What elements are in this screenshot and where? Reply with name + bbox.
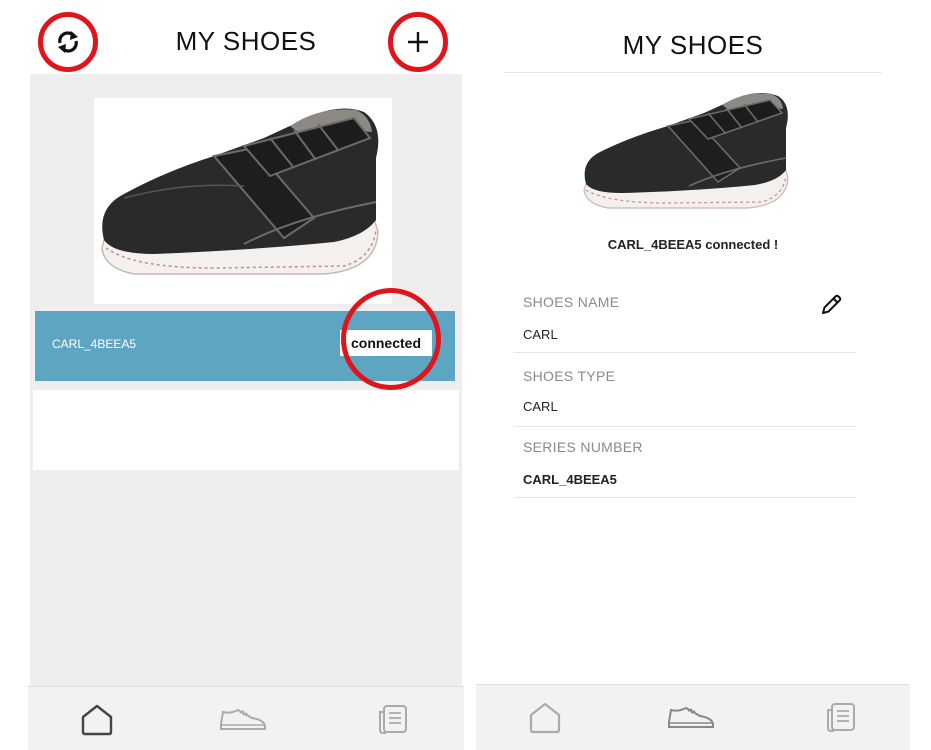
field-label: SHOES TYPE: [523, 368, 616, 384]
device-row[interactable]: CARL_4BEEA5 connected: [35, 288, 455, 390]
shoe-image[interactable]: [94, 98, 392, 304]
sneaker-image: [101, 108, 379, 275]
sneaker-image: [583, 93, 789, 209]
title-divider: [504, 72, 882, 73]
field-label: SHOES NAME: [523, 294, 620, 310]
document-icon: [827, 703, 855, 732]
tab-home[interactable]: [72, 697, 122, 741]
edit-button[interactable]: [818, 292, 844, 318]
tab-home[interactable]: [520, 695, 570, 739]
shoes-type-field[interactable]: SHOES TYPE CARL: [514, 368, 856, 427]
tab-shoes[interactable]: [666, 695, 716, 739]
shoe-icon: [668, 706, 714, 728]
field-value: CARL: [523, 327, 558, 342]
tab-reports[interactable]: [816, 695, 866, 739]
tab-shoes[interactable]: [218, 697, 268, 741]
home-icon: [81, 704, 113, 736]
shoe-list: CARL_4BEEA5 connected: [30, 74, 462, 686]
page-title: MY SHOES: [622, 30, 764, 60]
shoe-detail-screen: MY SHOES CARL_4BEEA5 connected ! SHOES N…: [476, 0, 910, 750]
add-shoe-button[interactable]: [388, 12, 448, 72]
plus-icon: [408, 32, 428, 52]
field-value: CARL: [523, 399, 558, 414]
field-label: SERIES NUMBER: [523, 439, 643, 455]
top-bar: MY SHOES: [28, 0, 464, 74]
shoe-image: [578, 86, 798, 226]
my-shoes-list-screen: MY SHOES CARL_4BEEA5 connected: [28, 0, 464, 750]
field-value: CARL_4BEEA5: [523, 472, 617, 487]
tab-reports[interactable]: [368, 697, 418, 741]
bottom-tab-bar: [28, 686, 464, 750]
shoes-name-field[interactable]: SHOES NAME CARL: [514, 294, 856, 353]
pencil-icon: [822, 294, 842, 314]
device-name: CARL_4BEEA5: [52, 337, 137, 351]
series-number-field[interactable]: SERIES NUMBER CARL_4BEEA5: [514, 439, 856, 498]
connection-status-badge[interactable]: connected: [340, 330, 432, 356]
document-icon: [379, 705, 407, 734]
shoe-icon: [220, 708, 266, 730]
home-icon: [529, 702, 561, 734]
connection-message: CARL_4BEEA5 connected !: [607, 237, 779, 252]
bottom-tab-bar: [476, 684, 910, 750]
empty-list-item: [33, 390, 459, 470]
